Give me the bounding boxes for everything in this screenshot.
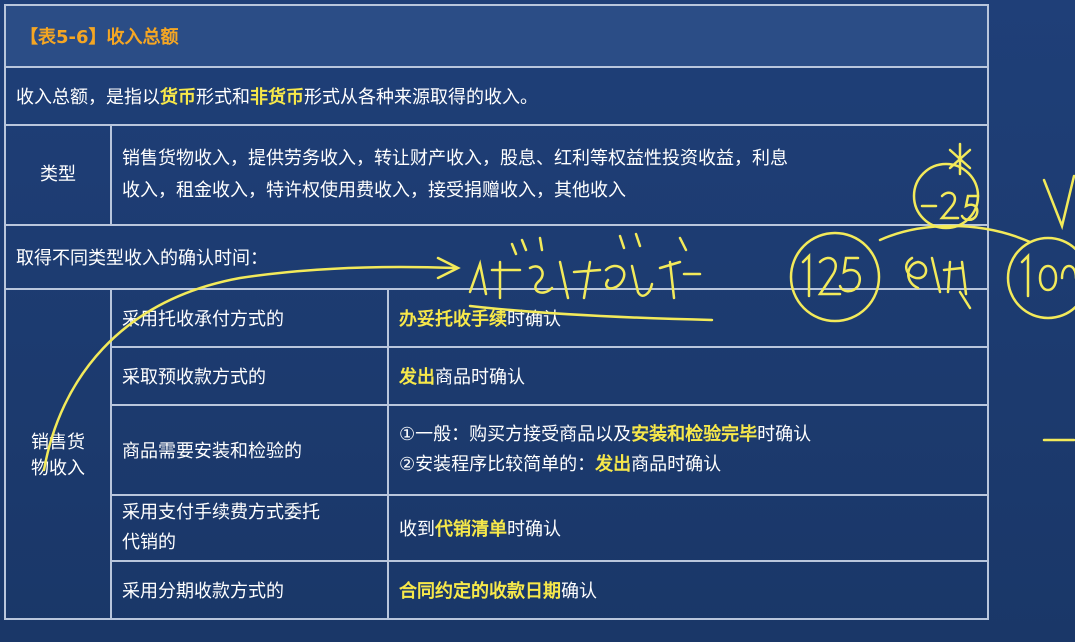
circle-125 (789, 231, 881, 323)
arrow-curve (42, 265, 457, 472)
scribble-word (468, 259, 702, 300)
circle-100 (1006, 236, 1075, 320)
numeral-125 (801, 252, 861, 298)
numeral-100 (1020, 252, 1075, 298)
scribble-8 (904, 256, 972, 310)
handwriting-annotations (42, 142, 1075, 472)
check-v (1042, 174, 1075, 231)
star-mark (948, 142, 972, 176)
underline (468, 304, 714, 322)
connector-line (878, 224, 1032, 244)
quote-marks (510, 232, 688, 256)
